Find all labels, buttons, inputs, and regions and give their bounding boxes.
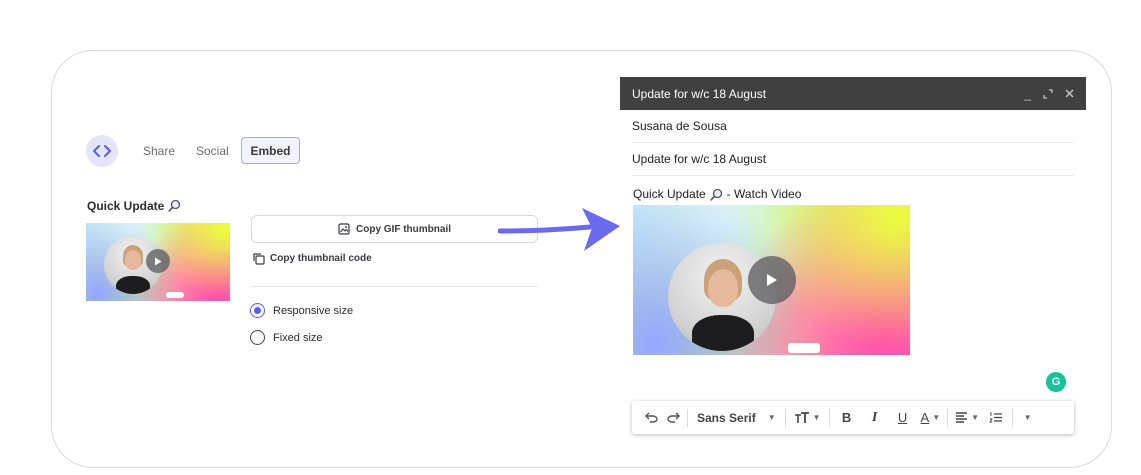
chevron-down-icon: ▼	[971, 413, 980, 422]
radio-responsive[interactable]: Responsive size	[250, 303, 353, 318]
video-thumbnail-large[interactable]	[633, 205, 910, 355]
video-thumbnail-small[interactable]	[86, 223, 230, 301]
text-color-button[interactable]: A ▼	[917, 401, 945, 434]
radio-fixed-label: Fixed size	[273, 331, 323, 344]
play-icon[interactable]	[146, 249, 170, 273]
code-icon[interactable]	[86, 135, 118, 167]
numbered-list-button[interactable]	[983, 401, 1009, 434]
expand-icon[interactable]	[1043, 88, 1053, 99]
radio-unselected-icon[interactable]	[250, 330, 265, 345]
divider	[251, 286, 538, 287]
copy-gif-label: Copy GIF thumbnail	[356, 223, 451, 235]
compose-title: Update for w/c 18 August	[632, 86, 767, 101]
chevron-down-icon: ▼	[932, 413, 941, 422]
embed-title: Quick Update	[87, 199, 181, 213]
minimize-icon[interactable]: _	[1024, 87, 1031, 101]
to-field[interactable]: Susana de Sousa	[632, 110, 1074, 143]
chevron-down-icon: ▼	[1023, 413, 1032, 422]
redo-icon[interactable]	[662, 401, 684, 434]
close-icon[interactable]	[1065, 89, 1074, 98]
italic-button[interactable]: I	[861, 401, 889, 434]
chevron-down-icon: ▼	[812, 413, 821, 422]
toolbar-separator	[1012, 408, 1014, 427]
font-label: Sans Serif	[697, 410, 756, 425]
font-select[interactable]: Sans Serif ▼	[691, 401, 782, 434]
subject-field[interactable]: Update for w/c 18 August	[632, 143, 1074, 176]
brand-badge	[166, 292, 184, 298]
text-size-button[interactable]: ▼	[789, 401, 826, 434]
magnifier-icon	[168, 199, 180, 212]
body-title: Quick Update	[633, 187, 706, 201]
grammarly-icon[interactable]: G	[1046, 372, 1066, 392]
tab-share[interactable]: Share	[143, 144, 175, 158]
bold-button[interactable]: B	[833, 401, 861, 434]
tab-social[interactable]: Social	[196, 144, 229, 158]
toolbar-separator	[784, 408, 786, 427]
compose-window: Update for w/c 18 August _ Susana de Sou…	[620, 77, 1086, 437]
radio-selected-icon[interactable]	[250, 303, 265, 318]
toolbar-separator	[947, 408, 949, 427]
copy-icon	[253, 253, 265, 265]
more-options-button[interactable]: ▼	[1016, 401, 1036, 434]
brand-badge	[788, 343, 820, 353]
arrow-icon	[498, 208, 620, 251]
radio-responsive-label: Responsive size	[273, 304, 354, 317]
formatting-toolbar: Sans Serif ▼ ▼ B I U A ▼ ▼ ▼	[632, 401, 1074, 434]
copy-gif-button[interactable]: Copy GIF thumbnail	[251, 215, 538, 243]
align-left-icon	[956, 412, 968, 423]
image-icon	[338, 223, 350, 235]
undo-icon[interactable]	[640, 401, 662, 434]
play-icon[interactable]	[748, 256, 796, 304]
body-title-line: Quick Update - Watch Video	[633, 187, 801, 201]
magnifier-icon	[710, 188, 722, 201]
copy-code-label: Copy thumbnail code	[270, 253, 372, 264]
embed-title-text: Quick Update	[87, 199, 165, 213]
text-size-icon	[794, 411, 809, 423]
align-button[interactable]: ▼	[951, 401, 983, 434]
toolbar-separator	[828, 408, 830, 427]
numbered-list-icon	[989, 412, 1003, 423]
compose-header: Update for w/c 18 August _	[620, 77, 1086, 110]
toolbar-separator	[687, 408, 688, 427]
tab-embed[interactable]: Embed	[241, 137, 300, 164]
copy-code-button[interactable]: Copy thumbnail code	[252, 252, 372, 265]
radio-fixed[interactable]: Fixed size	[250, 330, 323, 345]
underline-button[interactable]: U	[889, 401, 917, 434]
chevron-down-icon: ▼	[767, 413, 776, 422]
watch-video-link[interactable]: - Watch Video	[727, 187, 802, 201]
text-color-label: A	[920, 410, 930, 425]
